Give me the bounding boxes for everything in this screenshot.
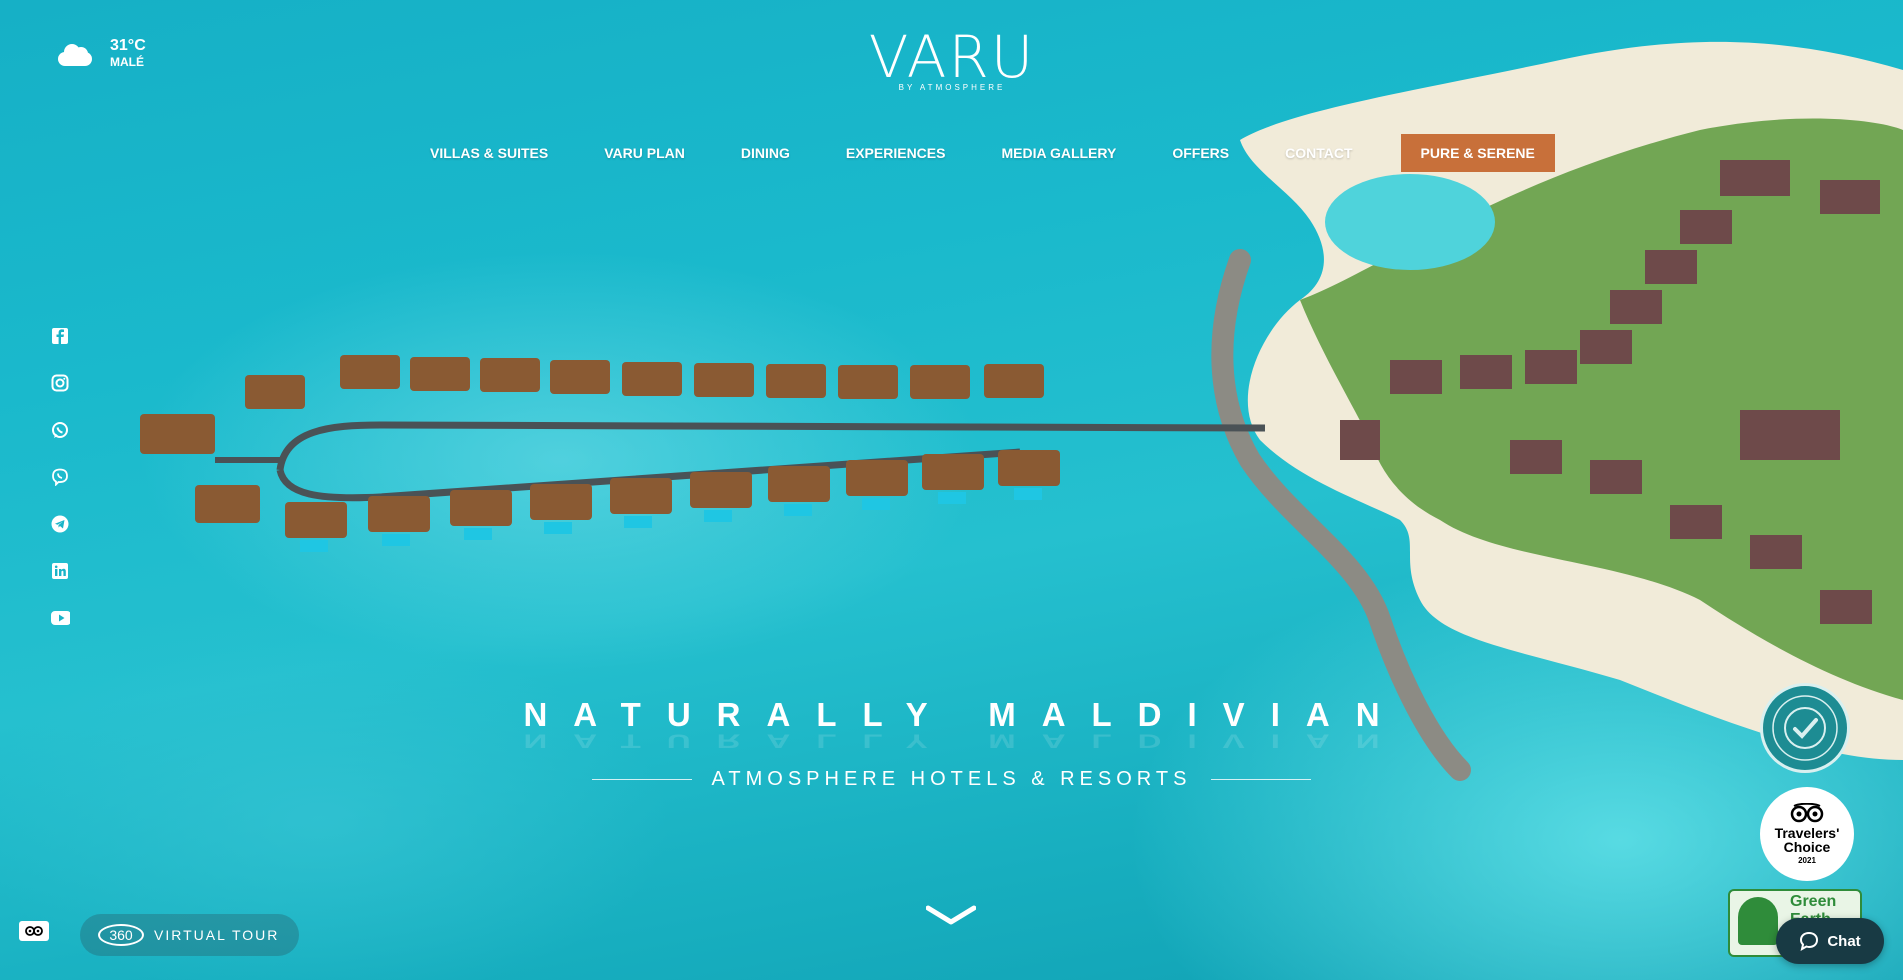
linkedin-icon[interactable] [50,561,70,581]
nav-item-experiences[interactable]: EXPERIENCES [818,145,974,161]
varu-logo[interactable]: VARU BY ATMOSPHERE [862,28,1042,92]
virtual-tour-label: VIRTUAL TOUR [154,927,280,943]
hero-title: NATURALLY MALDIVIAN [523,696,1406,733]
divider-line [591,779,692,780]
nav-item-contact[interactable]: CONTACT [1257,145,1380,161]
travelers-choice-line1: Travelers' [1774,825,1840,841]
viber-icon[interactable] [50,467,70,487]
main-navigation: VILLAS & SUITES VARU PLAN DINING EXPERIE… [402,134,1555,172]
virtual-tour-button[interactable]: 360 VIRTUAL TOUR [80,914,300,956]
logo-wordmark: VARU [868,23,1036,91]
scroll-down-arrow-icon[interactable] [925,904,977,931]
travelers-choice-year: 2021 [1798,856,1816,865]
cloud-icon [54,42,94,66]
telegram-icon[interactable] [50,514,70,534]
social-links [50,326,70,655]
chat-bubble-icon [1800,931,1819,951]
travelers-choice-badge[interactable]: Travelers' Choice 2021 [1760,787,1854,881]
weather-widget: 31°C MALÉ [54,38,146,70]
instagram-icon[interactable] [50,373,70,393]
nav-item-media-gallery[interactable]: MEDIA GALLERY [973,145,1144,161]
green-globe-certified-badge[interactable] [1760,683,1850,773]
nav-item-offers[interactable]: OFFERS [1144,145,1257,161]
travelers-choice-line2: Choice [1783,839,1831,855]
hero-title-reflection: NATURALLY MALDIVIAN [523,730,1406,753]
divider-line [1211,779,1312,780]
facebook-icon[interactable] [50,326,70,346]
chat-button[interactable]: Chat [1776,918,1884,964]
pure-serene-button[interactable]: PURE & SERENE [1400,134,1555,172]
owl-icon [1790,802,1824,823]
nav-item-villas-suites[interactable]: VILLAS & SUITES [402,145,576,161]
chat-label: Chat [1827,932,1861,950]
nav-item-varu-plan[interactable]: VARU PLAN [576,145,713,161]
tripadvisor-icon[interactable] [19,921,49,941]
tree-icon [1738,897,1778,945]
hero-subtitle: ATMOSPHERE HOTELS & RESORTS [711,768,1192,790]
360-icon: 360 [98,924,144,946]
whatsapp-icon[interactable] [50,420,70,440]
weather-temperature: 31°C [110,37,146,54]
weather-city: MALÉ [110,55,144,69]
hero-subtitle-row: ATMOSPHERE HOTELS & RESORTS [0,768,1903,791]
youtube-icon[interactable] [50,608,70,628]
nav-item-dining[interactable]: DINING [713,145,818,161]
